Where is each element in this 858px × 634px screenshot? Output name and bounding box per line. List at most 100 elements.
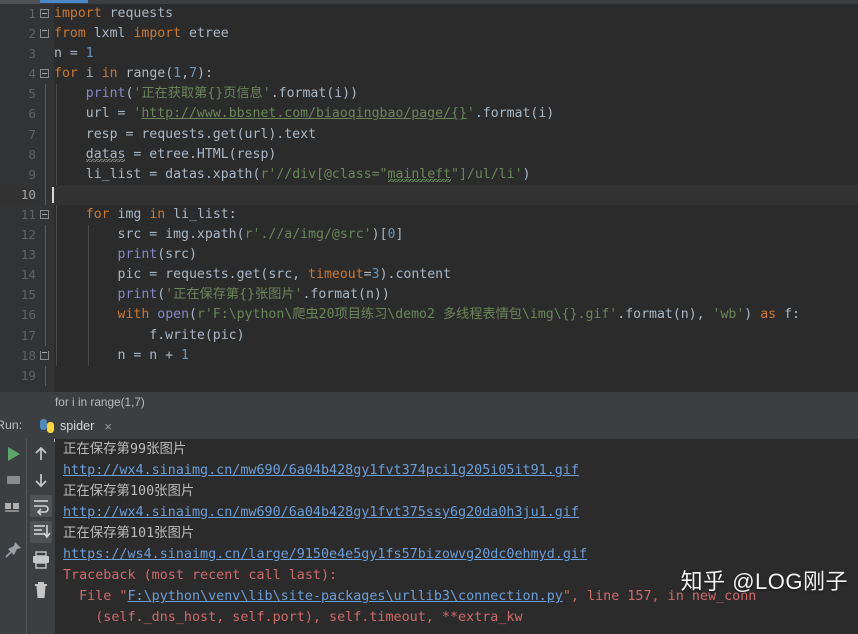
line-content: src = img.xpath(r'.//a/img/@src')[0]	[54, 227, 404, 243]
fold-marker-icon[interactable]	[40, 69, 49, 79]
line-content: li_list = datas.xpath(r'//div[@class="ma…	[54, 166, 531, 182]
line-content: url = 'http://www.bbsnet.com/biaoqingbao…	[54, 106, 555, 122]
stop-icon[interactable]	[2, 469, 24, 491]
code-line[interactable]: 5 print('正在获取第{}页信息'.format(i))	[28, 84, 858, 105]
line-number: 5	[28, 86, 36, 102]
line-content: print('正在获取第{}页信息'.format(i))	[85, 86, 359, 102]
code-line[interactable]: 8 datas = etree.HTML(resp)	[28, 144, 858, 165]
fold-guide-line	[45, 325, 46, 346]
code-line-current[interactable]: 10	[0, 184, 858, 205]
line-content: for img in li_list:	[85, 206, 237, 222]
line-content: resp = requests.get(url).text	[54, 126, 317, 142]
sidebar-divider	[26, 439, 27, 634]
console-error-line: (self._dns_host, self.port), self.timeou…	[63, 610, 523, 625]
run-tab-label: spider	[60, 419, 95, 433]
fold-guide-line	[45, 124, 46, 145]
line-content: n = n + 1	[54, 347, 189, 363]
line-content: with open(r'F:\python\爬虫20项目练习\demo2 多线程…	[117, 307, 800, 323]
close-icon[interactable]: ×	[104, 419, 112, 434]
line-content: import requests	[54, 6, 174, 21]
run-tool-window: Run: spider × 正在保存第99张图片 http://wx4.sina…	[0, 413, 858, 634]
scroll-to-end-icon[interactable]	[30, 521, 52, 543]
fold-guide-line	[45, 184, 46, 205]
fold-marker-icon[interactable]	[40, 9, 49, 18]
python-file-icon	[40, 419, 54, 433]
run-window-label: Run:	[0, 418, 23, 432]
line-number: 4	[28, 66, 36, 82]
code-line[interactable]: 2 from lxml import etree	[28, 24, 858, 44]
line-content: datas = etree.HTML(resp)	[85, 146, 277, 162]
console-output[interactable]: 正在保存第99张图片 http://wx4.sinaimg.cn/mw690/6…	[55, 439, 858, 634]
fold-guide-line	[45, 285, 46, 306]
breadcrumb-text: for i in range(1,7)	[55, 395, 145, 409]
console-line: 正在保存第99张图片	[63, 442, 187, 457]
breadcrumb[interactable]: for i in range(1,7)	[0, 392, 858, 413]
code-line[interactable]: 15 print('正在保存第{}张图片'.format(n))	[21, 285, 858, 306]
code-line[interactable]: 9 li_list = datas.xpath(r'//div[@class="…	[28, 164, 858, 185]
fold-guide-line	[45, 84, 46, 105]
line-number: 2	[28, 26, 36, 42]
active-tab-indicator[interactable]	[40, 0, 88, 3]
line-number: 17	[20, 327, 36, 343]
code-line[interactable]: 19	[21, 365, 858, 386]
layout-icon[interactable]	[2, 495, 24, 517]
code-line[interactable]: 14 pic = requests.get(src, timeout=3).co…	[21, 265, 858, 286]
code-text-area[interactable]: 1 import requests 2 from lxml import etr…	[0, 4, 858, 392]
line-content: print(src)	[117, 247, 197, 263]
error-file-path-link[interactable]: F:\python\venv\lib\site-packages\urllib3…	[128, 589, 563, 604]
line-number: 3	[28, 46, 36, 62]
fold-marker-icon[interactable]	[40, 350, 49, 360]
fold-guide-line	[45, 164, 46, 185]
print-icon[interactable]	[30, 549, 52, 571]
console-link[interactable]: http://wx4.sinaimg.cn/mw690/6a04b428gy1f…	[55, 460, 858, 481]
fold-marker-icon[interactable]	[40, 29, 49, 39]
console-link[interactable]: http://wx4.sinaimg.cn/mw690/6a04b428gy1f…	[55, 502, 858, 523]
arrow-up-icon[interactable]	[30, 443, 52, 465]
fold-guide-line	[45, 365, 46, 386]
code-line[interactable]: 4 for i in range(1,7):	[28, 64, 858, 84]
run-actions-sidebar	[0, 439, 26, 634]
console-line: 正在保存第101张图片	[63, 526, 195, 541]
soft-wrap-icon[interactable]	[30, 495, 52, 517]
watermark: 知乎 @LOG刚子	[680, 569, 848, 594]
trash-icon[interactable]	[30, 579, 52, 601]
run-tab-spider[interactable]: spider ×	[34, 415, 118, 437]
arrow-down-icon[interactable]	[30, 469, 52, 491]
fold-marker-icon[interactable]	[40, 209, 49, 219]
pin-icon[interactable]	[2, 539, 24, 561]
fold-guide-line	[45, 144, 46, 165]
line-number: 13	[20, 247, 36, 263]
code-line[interactable]: 18 n = n + 1	[21, 345, 858, 366]
text-caret	[52, 186, 54, 203]
rerun-icon[interactable]	[2, 443, 24, 465]
error-prefix: File "	[63, 589, 128, 604]
code-line[interactable]: 13 print(src)	[21, 245, 858, 266]
line-number: 16	[20, 307, 36, 323]
console-link[interactable]: https://ws4.sinaimg.cn/large/9150e4e5gy1…	[55, 544, 858, 565]
line-content: for i in range(1,7):	[54, 66, 213, 82]
fold-guide-line	[45, 305, 46, 326]
line-number: 12	[20, 227, 36, 243]
console-toolbar	[28, 439, 54, 634]
line-number: 7	[28, 126, 36, 142]
line-content: f.write(pic)	[54, 327, 245, 343]
line-content: print('正在保存第{}张图片'.format(n))	[117, 287, 390, 303]
code-line[interactable]: 12 src = img.xpath(r'.//a/img/@src')[0]	[21, 225, 858, 246]
line-number: 10	[0, 184, 38, 205]
line-number: 8	[28, 146, 36, 162]
line-content: pic = requests.get(src, timeout=3).conte…	[54, 267, 452, 283]
line-number: 19	[20, 367, 36, 383]
code-line[interactable]: 11 for img in li_list:	[21, 204, 858, 226]
run-tab-bar: Run: spider ×	[0, 413, 858, 442]
fold-guide-line	[45, 225, 46, 246]
code-line[interactable]: 16 with open(r'F:\python\爬虫20项目练习\demo2 …	[21, 305, 858, 326]
code-editor[interactable]: 1 import requests 2 from lxml import etr…	[0, 4, 858, 392]
line-number: 1	[28, 6, 36, 21]
code-line[interactable]: 7 resp = requests.get(url).text	[28, 124, 858, 145]
code-line[interactable]: 3 n = 1	[28, 44, 858, 64]
code-line[interactable]: 1 import requests	[28, 4, 858, 24]
fold-guide-line	[45, 245, 46, 266]
code-line[interactable]: 17 f.write(pic)	[21, 325, 858, 346]
code-line[interactable]: 6 url = 'http://www.bbsnet.com/biaoqingb…	[28, 104, 858, 125]
line-content: from lxml import etree	[54, 26, 229, 42]
